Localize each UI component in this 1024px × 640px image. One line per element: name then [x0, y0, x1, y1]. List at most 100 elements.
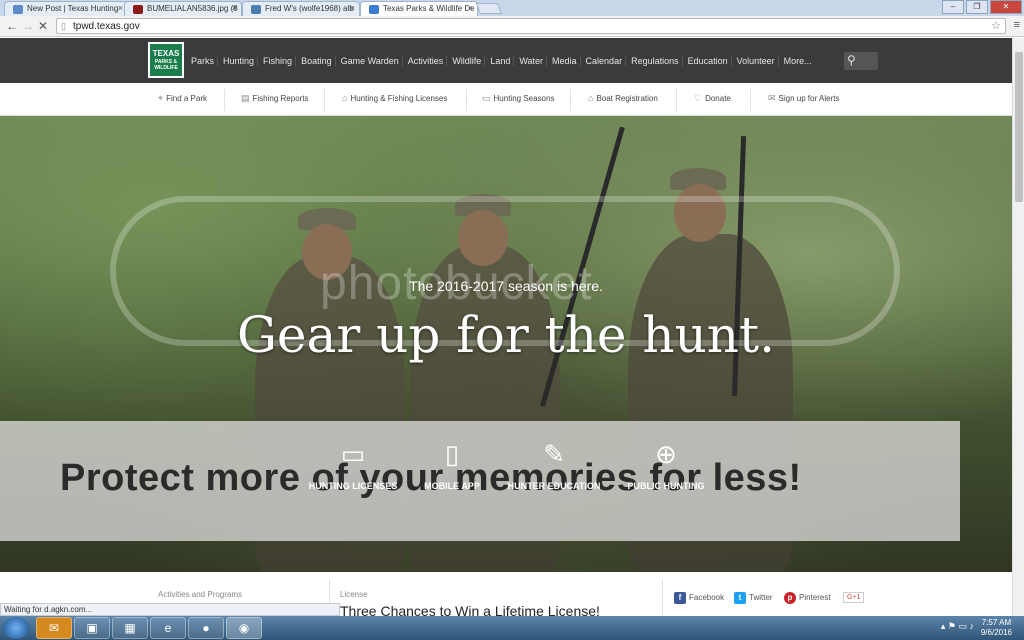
tab-close-icon[interactable]: × — [468, 3, 473, 13]
nav-parks[interactable]: Parks — [188, 56, 219, 66]
quicklink-fishing-reports[interactable]: ▤ Fishing Reports — [241, 93, 309, 104]
nav-hunting[interactable]: Hunting — [220, 56, 259, 66]
social-twitter[interactable]: t Twitter — [734, 592, 773, 604]
url-box: ▯ ☆ — [56, 18, 1006, 34]
scrollbar-thumb[interactable] — [1015, 52, 1023, 202]
nav-regulations[interactable]: Regulations — [628, 56, 683, 66]
url-input[interactable] — [73, 20, 973, 33]
quicklink-donate[interactable]: ♡ Donate — [694, 93, 731, 104]
browser-status-bar: Waiting for d.agkn.com... — [0, 603, 340, 616]
quicklink-boat-registration[interactable]: ⌂ Boat Registration — [588, 93, 658, 103]
divider — [466, 89, 467, 111]
quicklink-alerts[interactable]: ✉ Sign up for Alerts — [768, 93, 839, 104]
quicklink-hunting-seasons[interactable]: ▭ Hunting Seasons — [482, 93, 554, 104]
facebook-icon: f — [674, 592, 686, 604]
new-tab-button[interactable] — [475, 3, 503, 14]
stop-loading-icon[interactable]: ✕ — [38, 19, 48, 33]
map-pin-icon: ⌖ — [158, 93, 164, 103]
social-facebook[interactable]: f Facebook — [674, 592, 724, 604]
social-label: Twitter — [749, 593, 773, 603]
nav-wildlife[interactable]: Wildlife — [449, 56, 486, 66]
divider — [224, 89, 225, 111]
nav-volunteer[interactable]: Volunteer — [734, 56, 779, 66]
tag-icon: ⌂ — [342, 93, 348, 103]
tab-close-icon[interactable]: × — [232, 3, 237, 13]
google-plus-button[interactable]: G+1 — [843, 592, 865, 603]
hero-subtitle: The 2016-2017 season is here. — [409, 278, 603, 294]
site-search-button[interactable]: ⚲ — [844, 52, 878, 70]
nav-calendar[interactable]: Calendar — [583, 56, 627, 66]
taskbar-clock[interactable]: 7:57 AM 9/6/2016 — [981, 618, 1012, 638]
social-pinterest[interactable]: p Pinterest — [784, 592, 831, 604]
nav-more[interactable]: More... — [781, 56, 815, 66]
nav-water[interactable]: Water — [516, 56, 548, 66]
tpwd-logo[interactable]: TEXAS PARKS & WILDLIFE — [148, 42, 184, 78]
tab-favicon-icon — [251, 5, 261, 14]
hero-section: photobucket The 2016-2017 season is here… — [0, 116, 1012, 572]
nav-education[interactable]: Education — [685, 56, 732, 66]
nav-media[interactable]: Media — [549, 56, 581, 66]
browser-tab[interactable]: BUMELIALAN5836.jpg (8 × — [124, 1, 242, 16]
news-category: License — [340, 590, 368, 599]
tab-favicon-icon — [133, 5, 143, 14]
nav-fishing[interactable]: Fishing — [260, 56, 297, 66]
logo-line: TEXAS — [152, 49, 180, 58]
media-player-taskbar-icon[interactable]: ● — [188, 617, 224, 639]
chrome-taskbar-icon[interactable]: ◉ — [226, 617, 262, 639]
browser-tab[interactable]: New Post | Texas Hunting × — [4, 1, 128, 16]
system-tray-icons[interactable]: ▴ ⚑ ▭ ♪ — [941, 621, 974, 632]
divider — [750, 89, 751, 111]
file-explorer-taskbar-icon[interactable]: ▣ — [74, 617, 110, 639]
outlook-taskbar-icon[interactable]: ✉ — [36, 617, 72, 639]
quicklink-label: Donate — [705, 94, 731, 103]
start-button[interactable] — [3, 617, 29, 639]
nav-boating[interactable]: Boating — [298, 56, 336, 66]
quicklink-find-a-park[interactable]: ⌖ Find a Park — [158, 93, 207, 104]
quicklink-label: Hunting Seasons — [493, 94, 555, 103]
browser-menu-icon[interactable]: ≡ — [1014, 19, 1020, 31]
cta-hunter-education[interactable]: ✎ HUNTER EDUCATION — [494, 438, 614, 491]
tag-icon: ⌂ — [588, 93, 594, 103]
close-window-button[interactable]: ✕ — [990, 0, 1022, 14]
pencil-edit-icon: ✎ — [543, 439, 565, 469]
internet-explorer-taskbar-icon[interactable]: e — [150, 617, 186, 639]
calculator-taskbar-icon[interactable]: ▦ — [112, 617, 148, 639]
browser-tab-active[interactable]: Texas Parks & Wildlife De × — [360, 1, 478, 16]
maximize-button[interactable]: ❐ — [966, 0, 988, 14]
twitter-icon: t — [734, 592, 746, 604]
browser-tab[interactable]: Fred W's (wolfe1968) alb × — [242, 1, 360, 16]
tab-favicon-icon — [369, 5, 379, 14]
activities-heading[interactable]: Activities and Programs — [158, 590, 242, 599]
quicklink-label: Find a Park — [166, 94, 207, 103]
nav-activities[interactable]: Activities — [405, 56, 448, 66]
quicklink-label: Hunting & Fishing Licenses — [350, 94, 448, 103]
hero-title: Gear up for the hunt. — [236, 306, 775, 364]
social-label: Pinterest — [799, 593, 831, 603]
quicklink-licenses[interactable]: ⌂ Hunting & Fishing Licenses — [342, 93, 447, 103]
address-bar-row: ← → ✕ ▯ ☆ ≡ — [0, 16, 1024, 37]
cta-label: PUBLIC HUNTING — [627, 481, 705, 491]
document-icon: ▤ — [241, 93, 250, 103]
calendar-icon: ▭ — [482, 93, 491, 103]
nav-land[interactable]: Land — [487, 56, 515, 66]
page-icon: ▯ — [61, 21, 66, 31]
divider — [570, 89, 571, 111]
social-label: Facebook — [689, 593, 725, 603]
divider — [662, 580, 663, 616]
back-arrow-icon[interactable]: ← — [6, 19, 18, 33]
search-icon: ⚲ — [847, 53, 856, 67]
minimize-button[interactable]: – — [942, 0, 964, 14]
vertical-scrollbar[interactable] — [1012, 38, 1024, 616]
quicklink-label: Boat Registration — [596, 94, 658, 103]
pinterest-icon: p — [784, 592, 796, 604]
quicklink-label: Sign up for Alerts — [778, 94, 840, 103]
nav-game-warden[interactable]: Game Warden — [338, 56, 403, 66]
tab-close-icon[interactable]: × — [118, 3, 123, 13]
clock-date: 9/6/2016 — [980, 628, 1012, 637]
cta-label: HUNTER EDUCATION — [507, 481, 601, 491]
tab-close-icon[interactable]: × — [350, 3, 355, 13]
cta-public-hunting[interactable]: ⊕ PUBLIC HUNTING — [606, 438, 726, 491]
bookmark-star-icon[interactable]: ☆ — [991, 19, 1001, 32]
forward-arrow-icon[interactable]: → — [22, 19, 34, 33]
tab-title: BUMELIALAN5836.jpg (8 — [147, 4, 238, 13]
